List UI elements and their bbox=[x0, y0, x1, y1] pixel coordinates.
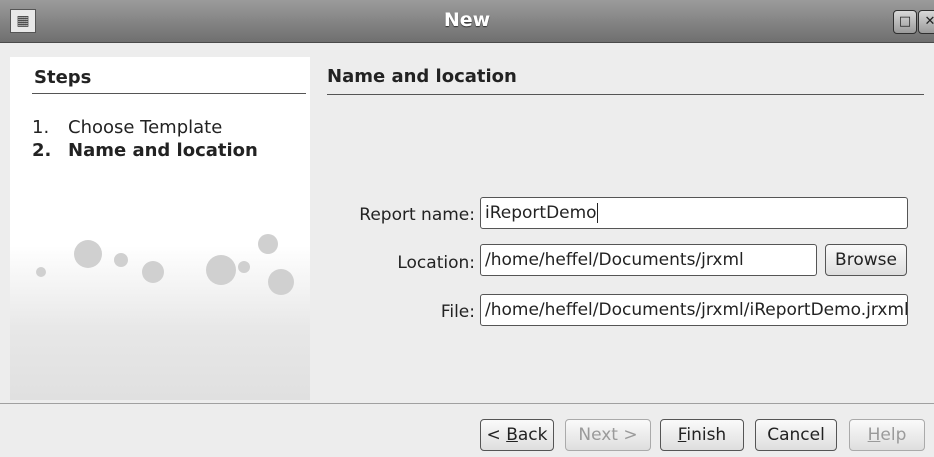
finish-button-text: inish bbox=[686, 425, 727, 445]
window-title: New bbox=[443, 9, 491, 31]
step-item-name-and-location: 2. Name and location bbox=[32, 140, 258, 161]
step-label: Name and location bbox=[68, 140, 258, 161]
new-report-dialog: ▦ New □ ✕ Steps 1. Choose Template 2. Name… bbox=[0, 0, 934, 457]
steps-heading: Steps bbox=[34, 67, 92, 88]
text-caret bbox=[596, 203, 598, 223]
decorative-bubble bbox=[114, 253, 128, 267]
title-bar[interactable]: ▦ New □ ✕ bbox=[0, 0, 934, 43]
help-button-mnemonic: H bbox=[867, 425, 881, 445]
next-button[interactable]: Next > bbox=[565, 419, 651, 451]
decorative-bubble bbox=[142, 261, 164, 283]
decorative-bubble bbox=[36, 267, 46, 277]
help-button[interactable]: Help bbox=[849, 419, 925, 451]
report-name-input[interactable]: iReportDemo bbox=[480, 197, 908, 229]
help-button-text: elp bbox=[880, 425, 907, 445]
step-number: 1. bbox=[32, 117, 50, 138]
maximize-icon[interactable]: □ bbox=[893, 10, 917, 34]
back-button[interactable]: < Back bbox=[480, 419, 554, 451]
decorative-bubble bbox=[268, 269, 294, 295]
step-item-choose-template: 1. Choose Template bbox=[32, 117, 222, 138]
footer-divider bbox=[0, 403, 934, 404]
back-button-mnemonic: B bbox=[506, 425, 518, 445]
section-title: Name and location bbox=[327, 66, 517, 87]
step-label: Choose Template bbox=[68, 117, 223, 138]
browse-button[interactable]: Browse bbox=[825, 244, 907, 276]
back-button-text: ack bbox=[517, 425, 548, 445]
location-input[interactable]: /home/heffel/Documents/jrxml bbox=[480, 244, 817, 276]
decorative-bubble bbox=[206, 255, 236, 285]
close-icon[interactable]: ✕ bbox=[918, 10, 934, 34]
finish-button[interactable]: Finish bbox=[660, 419, 744, 451]
file-input[interactable]: /home/heffel/Documents/jrxml/iReportDemo… bbox=[480, 294, 908, 326]
section-divider bbox=[327, 94, 924, 95]
report-name-label: Report name: bbox=[359, 205, 475, 225]
location-label: Location: bbox=[397, 253, 475, 273]
decorative-bubble bbox=[258, 234, 278, 254]
decorative-bubble bbox=[74, 240, 102, 268]
steps-panel: Steps 1. Choose Template 2. Name and locat… bbox=[10, 57, 310, 400]
back-button-prefix: < bbox=[486, 425, 507, 445]
step-number: 2. bbox=[32, 140, 52, 161]
file-label: File: bbox=[440, 302, 475, 322]
cancel-button[interactable]: Cancel bbox=[755, 419, 837, 451]
decorative-bubble bbox=[238, 261, 250, 273]
steps-divider bbox=[32, 93, 306, 94]
report-name-value: iReportDemo bbox=[485, 203, 597, 223]
